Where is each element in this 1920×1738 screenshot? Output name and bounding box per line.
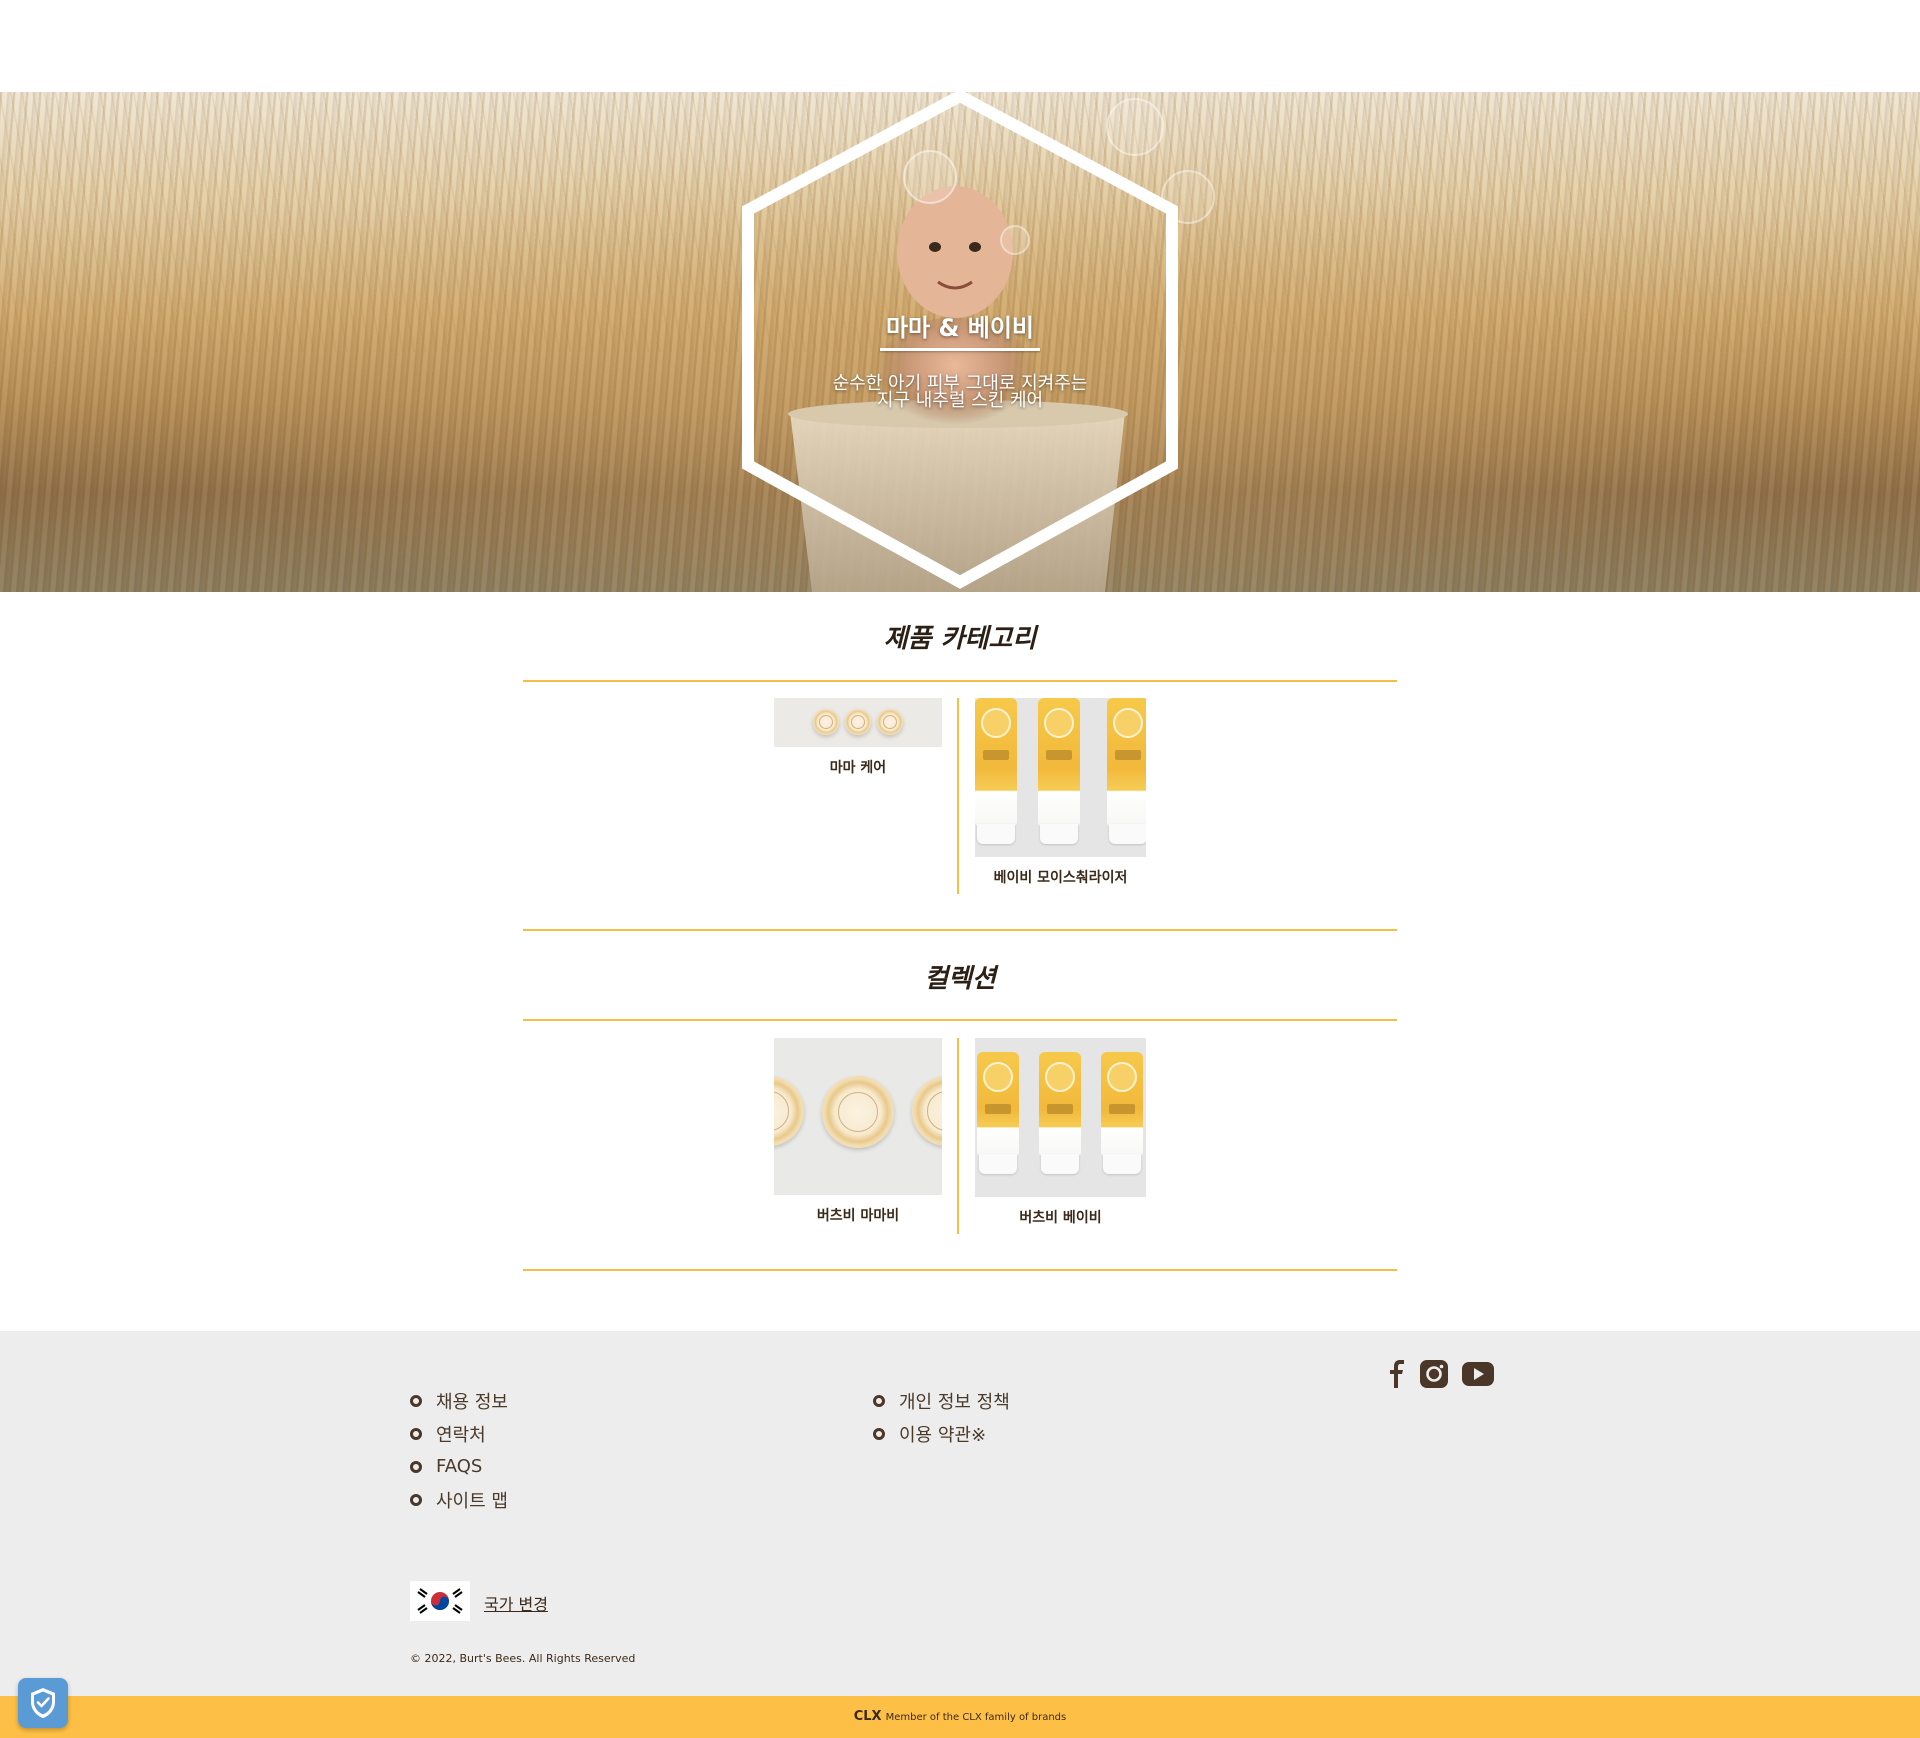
collection-label: 버츠비 베이비 — [1019, 1210, 1102, 1226]
bullet-icon — [873, 1427, 885, 1440]
category-image — [975, 698, 1146, 857]
youtube-icon[interactable] — [1462, 1362, 1494, 1390]
footer-link-sitemap[interactable]: 사이트 맵 — [410, 1483, 508, 1516]
bullet-icon — [410, 1493, 422, 1506]
footer-links-legal: 개인 정보 정책 이용 약관※ — [873, 1384, 1010, 1450]
divider — [523, 1269, 1397, 1271]
hero-banner: 마마 & 베이비 순수한 아기 피부 그대로 지켜주는 지구 내추럴 스킨 케어 — [0, 92, 1920, 592]
footer-link-careers[interactable]: 채용 정보 — [410, 1384, 508, 1417]
divider — [957, 1038, 959, 1234]
divider — [957, 698, 959, 894]
hero-divider — [880, 348, 1040, 351]
footer-link-contact[interactable]: 연락처 — [410, 1417, 508, 1450]
footer-link-terms[interactable]: 이용 약관※ — [873, 1417, 1010, 1450]
brand-family-text: Member of the CLX family of brands — [885, 1712, 1067, 1723]
privacy-shield-button[interactable] — [18, 1678, 68, 1728]
bullet-icon — [410, 1427, 422, 1440]
hero-subtitle: 순수한 아기 피부 그대로 지켜주는 지구 내추럴 스킨 케어 — [760, 375, 1160, 411]
divider — [523, 680, 1397, 682]
korea-flag-icon[interactable] — [410, 1581, 470, 1621]
category-card-baby-moisturizer[interactable]: 베이비 모이스춰라이저 — [975, 698, 1146, 887]
collection-image — [975, 1038, 1146, 1197]
clx-logo[interactable]: CLX — [854, 1709, 882, 1724]
brand-family-bar: CLX Member of the CLX family of brands — [0, 1696, 1920, 1738]
collection-card-baby-bee[interactable]: 버츠비 베이비 — [975, 1038, 1146, 1227]
hero-subtitle-line2: 지구 내추럴 스킨 케어 — [876, 390, 1044, 411]
collection-image — [774, 1038, 942, 1195]
category-label: 마마 케어 — [829, 760, 887, 776]
collections-title: 컬렉션 — [924, 964, 996, 994]
instagram-icon[interactable] — [1420, 1360, 1448, 1392]
bullet-icon — [410, 1394, 422, 1407]
categories-title: 제품 카테고리 — [883, 624, 1037, 654]
divider — [523, 929, 1397, 931]
change-country-link[interactable]: 국가 변경 — [484, 1591, 548, 1615]
bullet-icon — [873, 1394, 885, 1407]
footer-link-privacy[interactable]: 개인 정보 정책 — [873, 1384, 1010, 1417]
hero-title: 마마 & 베이비 — [885, 314, 1035, 342]
category-card-mama-care[interactable]: 마마 케어 — [774, 698, 942, 777]
collection-card-mama-bee[interactable]: 버츠비 마마비 — [774, 1038, 942, 1225]
footer-links-primary: 채용 정보 연락처 FAQS 사이트 맵 — [410, 1384, 508, 1516]
copyright: © 2022, Burt's Bees. All Rights Reserved — [410, 1652, 636, 1665]
page: 마마 & 베이비 순수한 아기 피부 그대로 지켜주는 지구 내추럴 스킨 케어… — [0, 0, 1920, 1738]
footer-link-faqs[interactable]: FAQS — [410, 1450, 508, 1483]
social-links — [1388, 1360, 1508, 1392]
collection-label: 버츠비 마마비 — [816, 1208, 900, 1224]
bullet-icon — [410, 1460, 422, 1473]
divider — [523, 1019, 1397, 1021]
shield-icon — [31, 1688, 55, 1718]
facebook-icon[interactable] — [1388, 1360, 1406, 1392]
category-image — [774, 698, 942, 747]
category-label: 베이비 모이스춰라이저 — [993, 870, 1128, 886]
